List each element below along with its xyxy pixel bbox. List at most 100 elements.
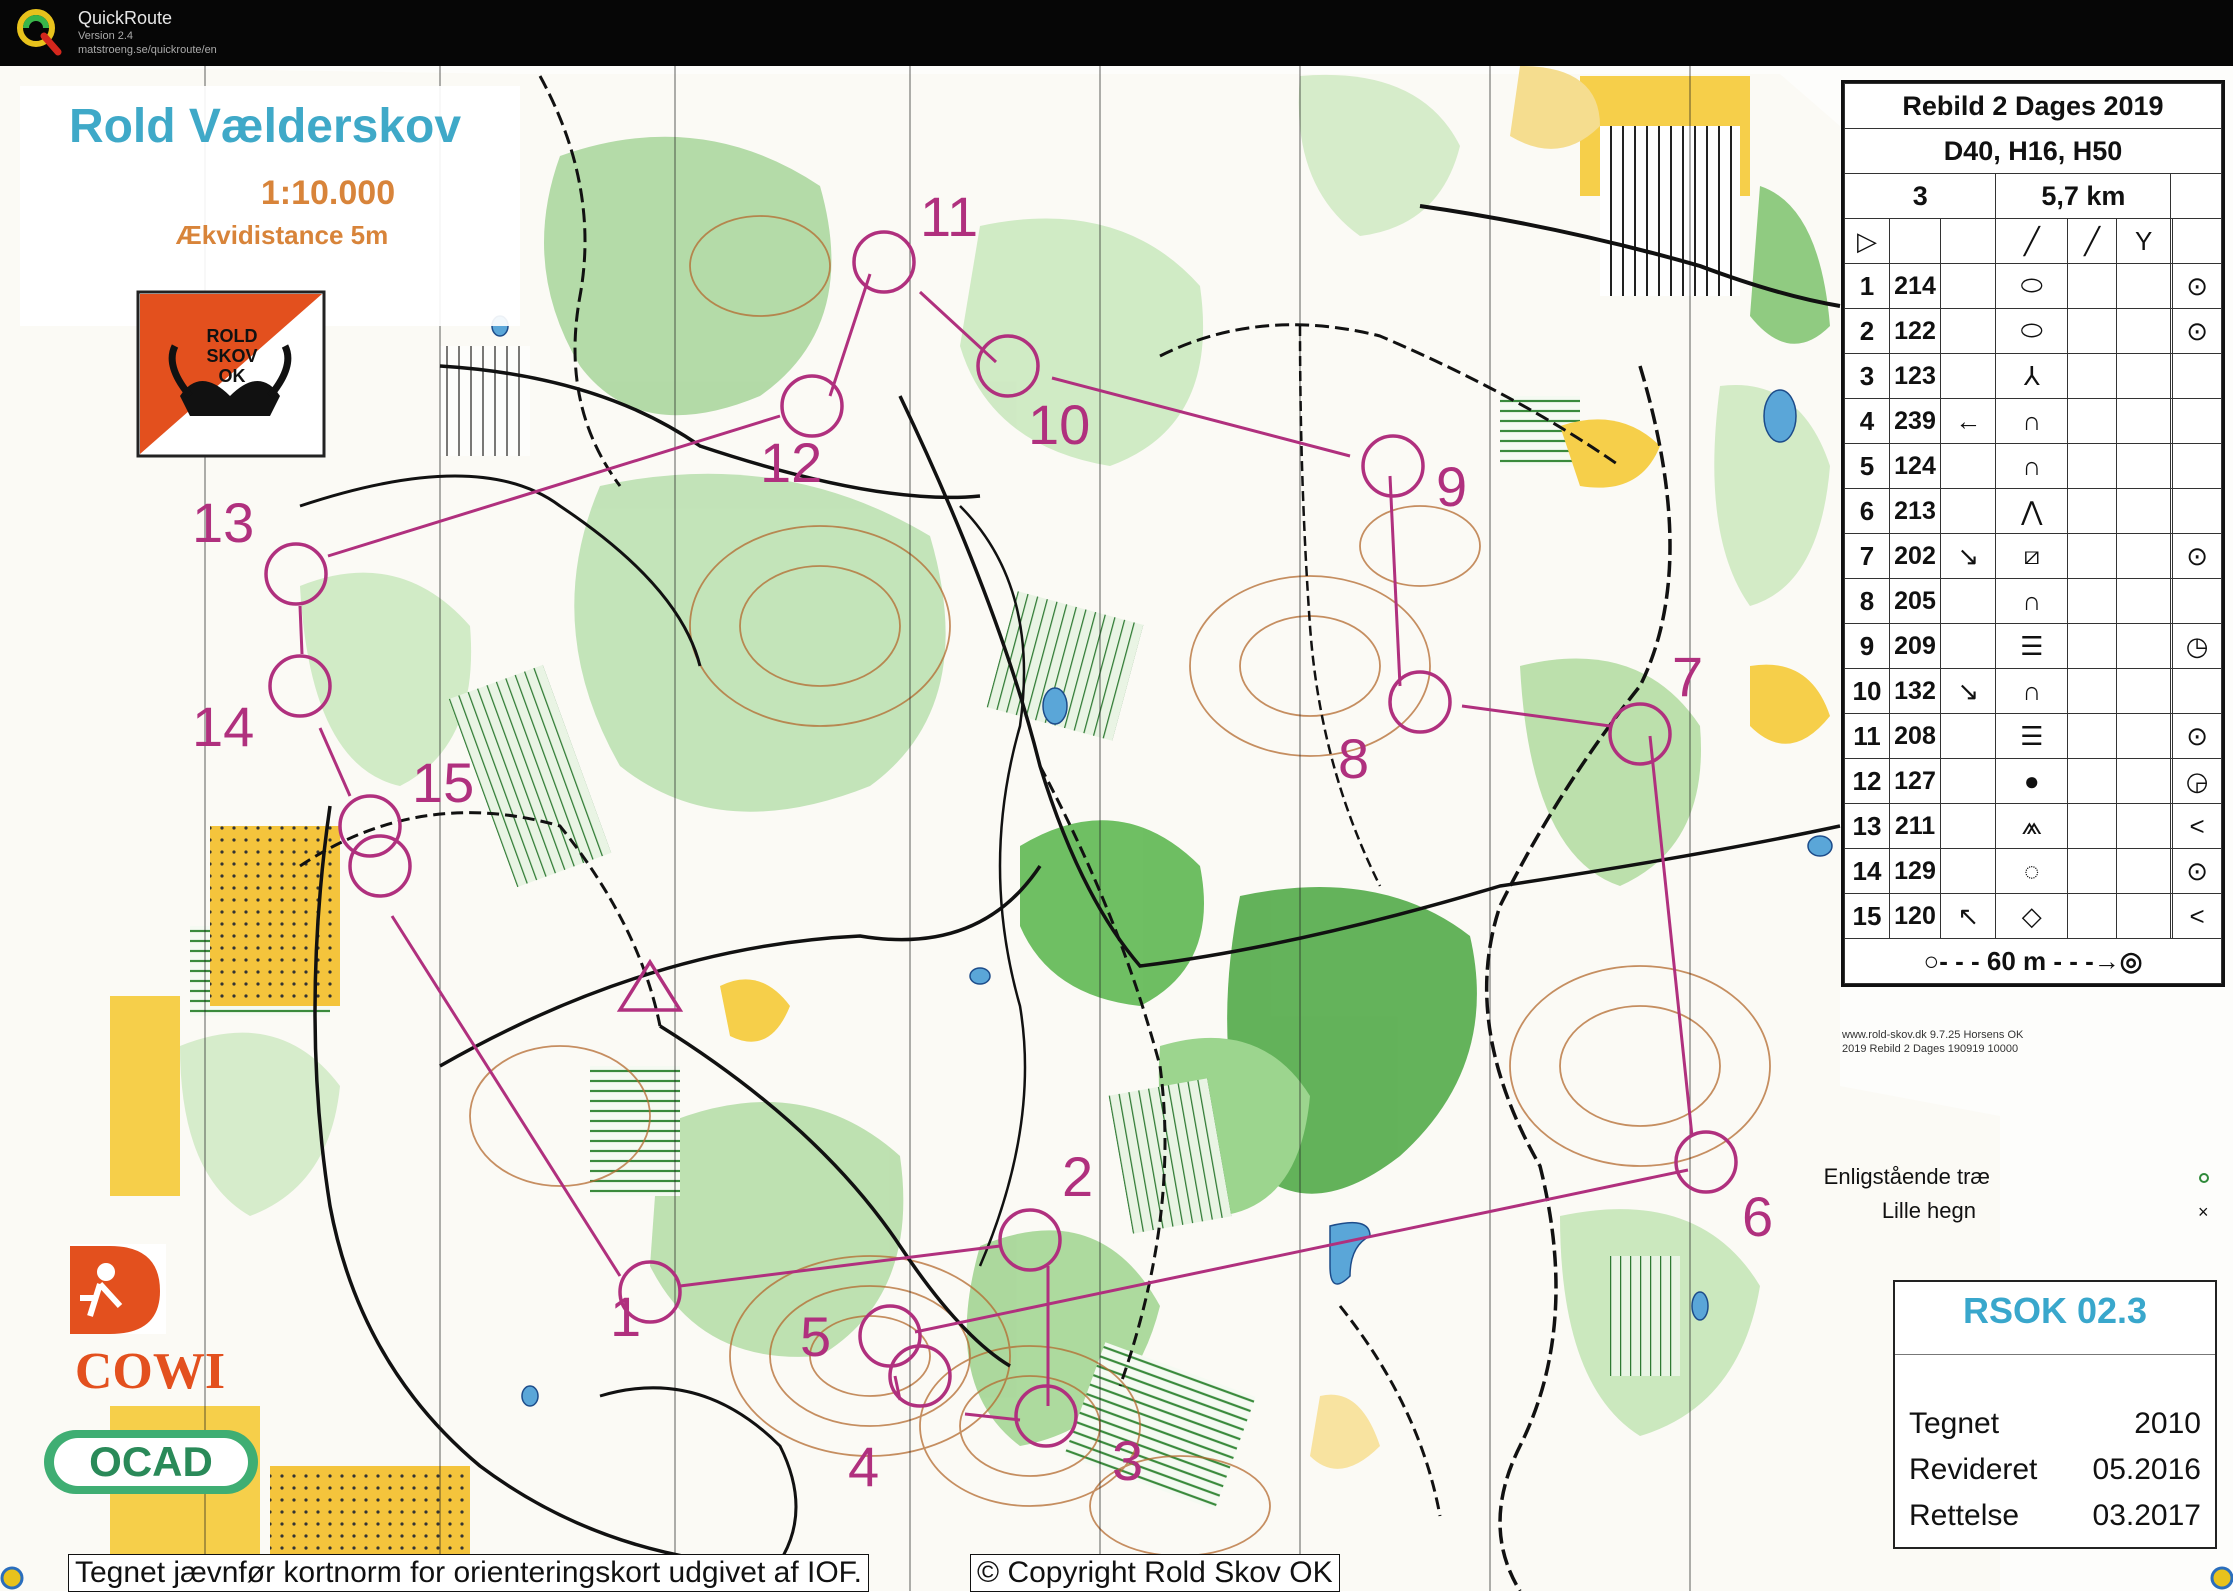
feature-icon: ☰ bbox=[1995, 713, 2069, 759]
position-icon bbox=[2172, 443, 2222, 489]
control-5-label: 5 bbox=[800, 1305, 831, 1368]
control-row: 6 213 ⋀ bbox=[1844, 488, 2222, 534]
control-row: 5 124 ∩ bbox=[1844, 443, 2222, 489]
control-code: 239 bbox=[1889, 398, 1941, 444]
control-number: 8 bbox=[1844, 578, 1890, 624]
control-code: 209 bbox=[1889, 623, 1941, 669]
blank-cell bbox=[2116, 398, 2172, 444]
blank-cell bbox=[2067, 308, 2118, 354]
direction-icon bbox=[1939, 758, 1997, 804]
blank-cell bbox=[2067, 623, 2118, 669]
blank-cell bbox=[2067, 713, 2118, 759]
control-14-label: 14 bbox=[192, 695, 254, 758]
position-icon bbox=[2172, 668, 2222, 714]
svg-text:OK: OK bbox=[219, 366, 246, 386]
control-row: 12 127 ● ◶ bbox=[1844, 758, 2222, 804]
control-row: 3 123 ⅄ bbox=[1844, 353, 2222, 399]
blank-cell bbox=[2116, 488, 2172, 534]
feature-icon: ⬭ bbox=[1995, 263, 2069, 309]
position-icon bbox=[2172, 398, 2222, 444]
direction-icon: ← bbox=[1939, 398, 1997, 444]
blank-cell bbox=[2116, 668, 2172, 714]
blank-cell bbox=[2067, 893, 2118, 939]
app-url[interactable]: matstroeng.se/quickroute/en bbox=[78, 44, 217, 56]
control-number: 10 bbox=[1844, 668, 1890, 714]
map-scale: 1:10.000 bbox=[261, 174, 395, 212]
blank-cell bbox=[2116, 848, 2172, 894]
quickroute-logo-icon bbox=[17, 9, 62, 56]
blank-cell bbox=[2116, 353, 2172, 399]
blank-cell bbox=[2116, 623, 2172, 669]
direction-icon bbox=[1939, 623, 1997, 669]
start-triangle-icon: ▷ bbox=[1844, 218, 1890, 264]
control-4-label: 4 bbox=[848, 1435, 879, 1498]
control-row: 7 202 ↘ ⧄ ⊙ bbox=[1844, 533, 2222, 579]
control-6-label: 6 bbox=[1742, 1185, 1773, 1248]
feature-icon: ∩ bbox=[1995, 443, 2069, 489]
blank-cell bbox=[2116, 533, 2172, 579]
feature-icon: ☰ bbox=[1995, 623, 2069, 669]
direction-icon bbox=[1939, 353, 1997, 399]
control-description-table: Rebild 2 Dages 2019 D40, H16, H50 3 5,7 … bbox=[1843, 83, 2222, 984]
control-number: 14 bbox=[1844, 848, 1890, 894]
position-icon bbox=[2172, 353, 2222, 399]
blank-cell bbox=[2067, 578, 2118, 624]
control-code: 129 bbox=[1889, 848, 1941, 894]
svg-text:ROLD: ROLD bbox=[207, 326, 258, 346]
feature-icon: ⬭ bbox=[1995, 308, 2069, 354]
control-row: 8 205 ∩ bbox=[1844, 578, 2222, 624]
corner-marker-icon bbox=[2210, 1566, 2233, 1590]
blank-cell bbox=[2116, 443, 2172, 489]
control-number: 11 bbox=[1844, 713, 1890, 759]
revised-row: Revideret 05.2016 bbox=[1909, 1453, 2201, 1486]
drawn-row: Tegnet 2010 bbox=[1909, 1407, 2201, 1440]
control-code: 214 bbox=[1889, 263, 1941, 309]
control-11-label: 11 bbox=[920, 185, 978, 248]
blank-cell bbox=[2067, 443, 2118, 489]
control-code: 124 bbox=[1889, 443, 1941, 489]
feature-icon: ● bbox=[1995, 758, 2069, 804]
blank-cell bbox=[2116, 803, 2172, 849]
control-number: 15 bbox=[1844, 893, 1890, 939]
direction-icon: ↘ bbox=[1939, 533, 1997, 579]
position-icon: ⊙ bbox=[2172, 848, 2222, 894]
small-print-1: www.rold-skov.dk 9.7.25 Horsens OK bbox=[1841, 1029, 2024, 1041]
blank-cell bbox=[2116, 758, 2172, 804]
control-10-label: 10 bbox=[1028, 393, 1090, 456]
control-code: 211 bbox=[1889, 803, 1941, 849]
blank-cell bbox=[2067, 533, 2118, 579]
map-info-box: RSOK 02.3 Tegnet 2010 Revideret 05.2016 Re… bbox=[1893, 1280, 2217, 1549]
control-12-label: 12 bbox=[760, 431, 822, 494]
svg-text:SKOV: SKOV bbox=[206, 346, 257, 366]
direction-icon bbox=[1939, 803, 1997, 849]
control-number: 7 bbox=[1844, 533, 1890, 579]
control-15-label: 15 bbox=[412, 751, 474, 814]
control-number: 5 bbox=[1844, 443, 1890, 489]
control-description-sheet: Rebild 2 Dages 2019 D40, H16, H50 3 5,7 … bbox=[1841, 80, 2225, 987]
control-9-label: 9 bbox=[1436, 455, 1467, 518]
small-print-2: 2019 Rebild 2 Dages 190919 10000 bbox=[1842, 1043, 2018, 1055]
finish-distance: ○- - - 60 m - - -→◎ bbox=[1844, 938, 2222, 984]
feature-icon: ⋀ bbox=[1995, 488, 2069, 534]
direction-icon bbox=[1939, 308, 1997, 354]
rold-skov-ok-logo: ROLD SKOV OK bbox=[136, 290, 326, 458]
control-row: 14 129 ◌ ⊙ bbox=[1844, 848, 2222, 894]
feature-icon: ∩ bbox=[1995, 668, 2069, 714]
position-icon: < bbox=[2172, 803, 2222, 849]
legend-single-tree: Enligstående træ bbox=[1824, 1164, 1990, 1189]
blank-cell bbox=[2116, 578, 2172, 624]
app-version: Version 2.4 bbox=[78, 30, 134, 42]
course-classes: D40, H16, H50 bbox=[1844, 128, 2222, 174]
control-code: 202 bbox=[1889, 533, 1941, 579]
control-code: 127 bbox=[1889, 758, 1941, 804]
control-number: 3 bbox=[1844, 353, 1890, 399]
contour-interval: Ækvidistance 5m bbox=[176, 220, 388, 250]
control-13-label: 13 bbox=[192, 491, 254, 554]
control-code: 208 bbox=[1889, 713, 1941, 759]
direction-icon bbox=[1939, 263, 1997, 309]
control-row: 15 120 ↖ ◇ < bbox=[1844, 893, 2222, 939]
map-id: RSOK 02.3 bbox=[1895, 1290, 2215, 1355]
course-number: 3 bbox=[1843, 173, 1997, 219]
control-row: 2 122 ⬭ ⊙ bbox=[1844, 308, 2222, 354]
control-code: 132 bbox=[1889, 668, 1941, 714]
